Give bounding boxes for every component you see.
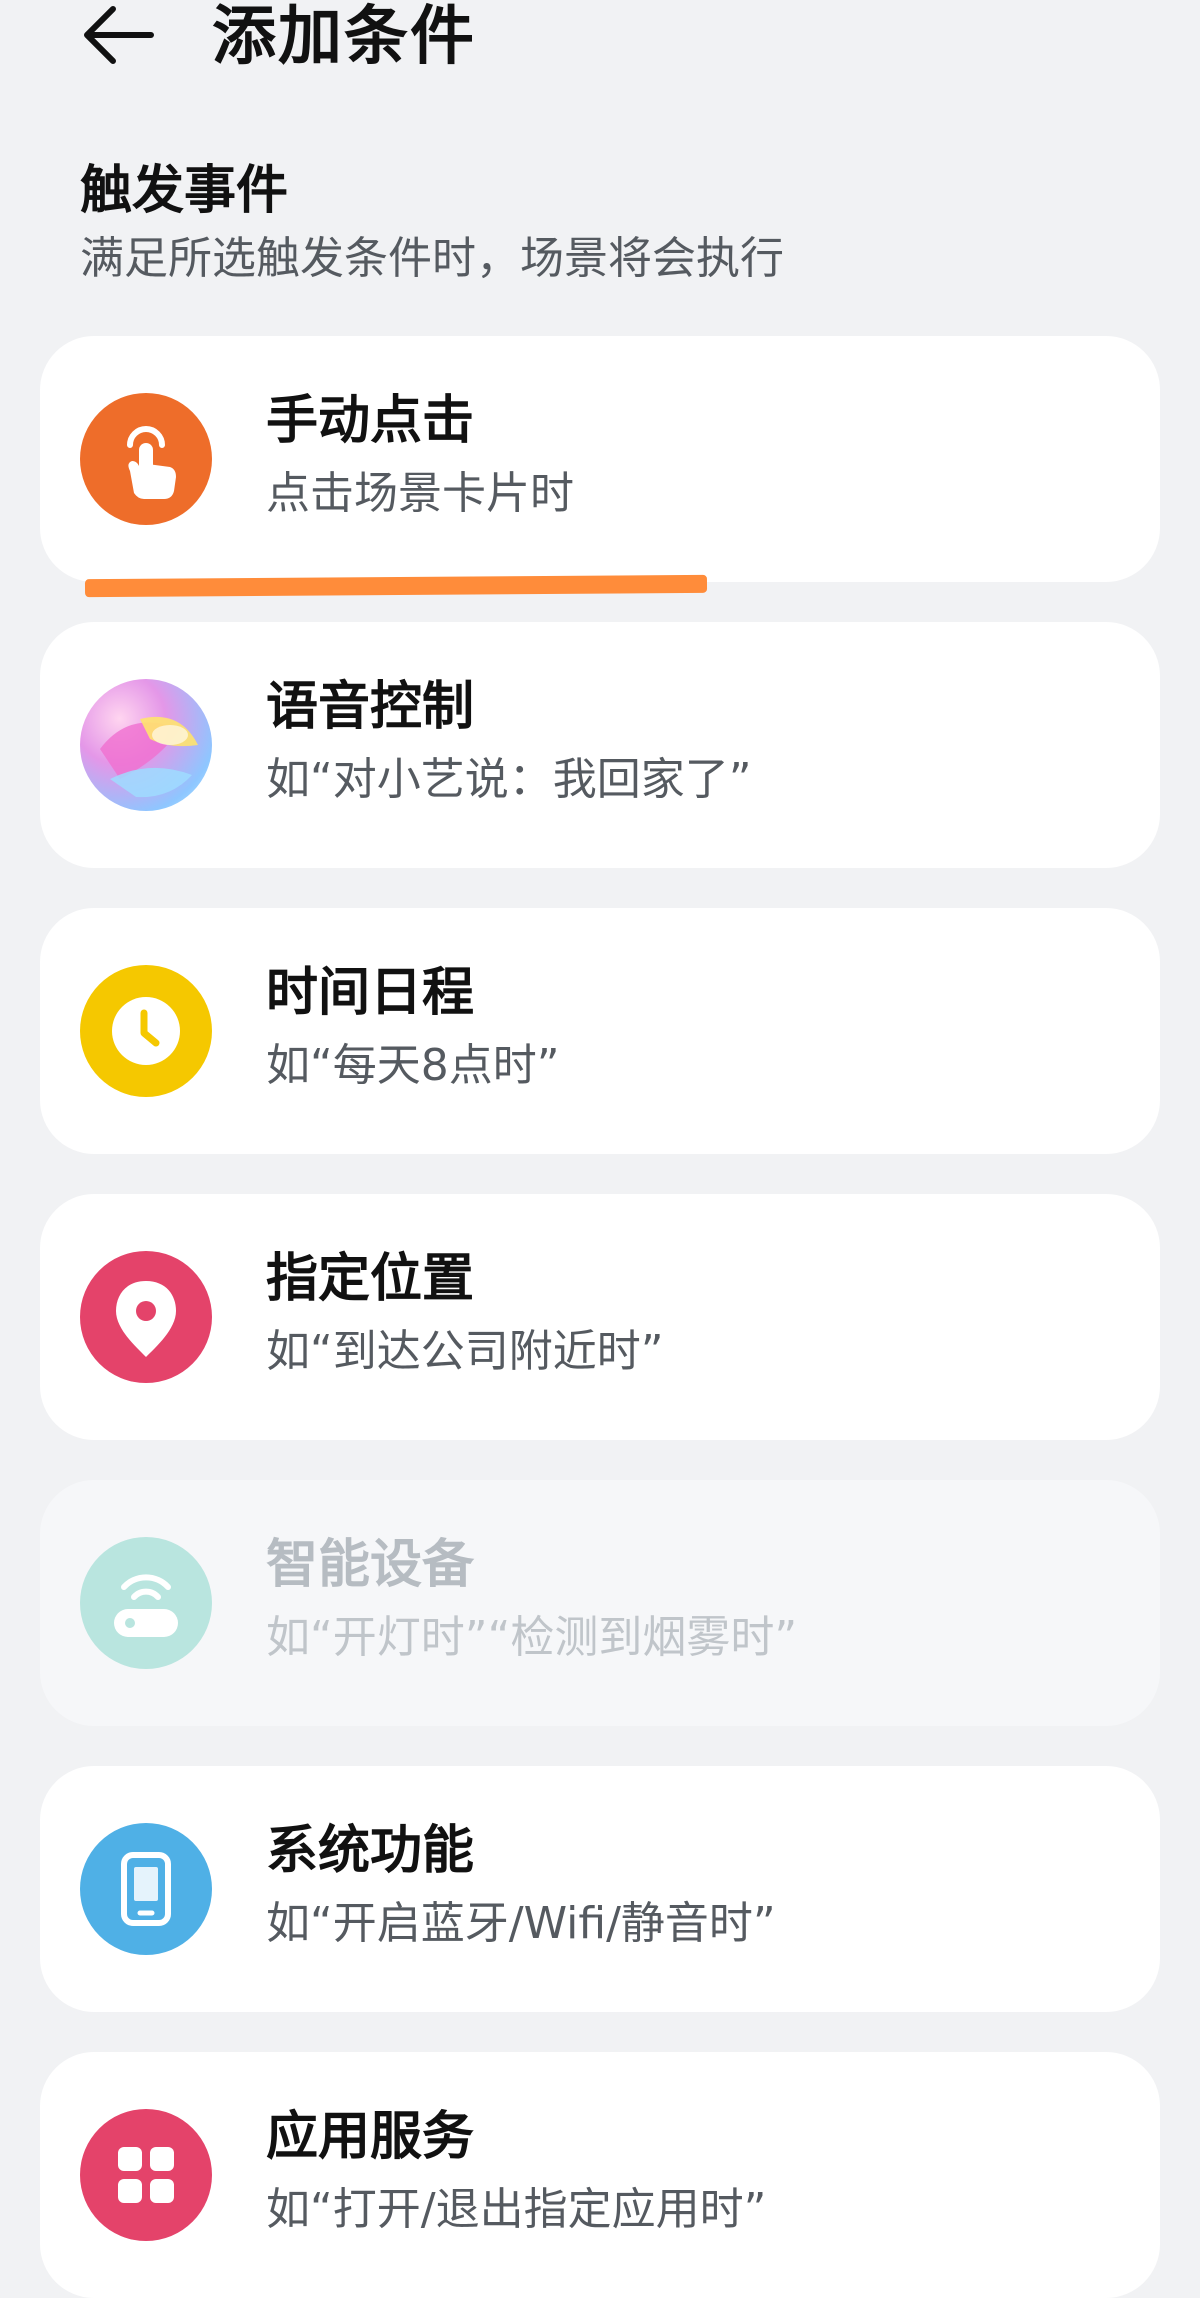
card-subtitle: 如“每天8点时” — [266, 1040, 560, 1091]
card-subtitle: 点击场景卡片时 — [266, 468, 574, 519]
tap-hand-icon — [80, 393, 212, 525]
card-subtitle: 如“开启蓝牙/Wifi/静音时” — [266, 1898, 776, 1949]
back-button[interactable] — [74, 0, 164, 70]
card-title: 应用服务 — [266, 2107, 475, 2167]
apps-grid-icon — [80, 2109, 212, 2241]
card-title: 手动点击 — [266, 391, 475, 451]
card-subtitle: 如“到达公司附近时” — [266, 1326, 664, 1377]
trigger-card-manual-tap[interactable]: 手动点击 点击场景卡片时 — [40, 336, 1160, 582]
card-title: 时间日程 — [266, 963, 475, 1023]
card-title: 指定位置 — [266, 1249, 475, 1309]
trigger-card-system-functions[interactable]: 系统功能 如“开启蓝牙/Wifi/静音时” — [40, 1766, 1160, 2012]
phone-icon — [80, 1823, 212, 1955]
smart-device-icon — [80, 1537, 212, 1669]
highlight-underline — [84, 574, 708, 598]
card-subtitle: 如“打开/退出指定应用时” — [266, 2184, 767, 2235]
header: 添加条件 — [0, 0, 1200, 110]
trigger-card-app-services[interactable]: 应用服务 如“打开/退出指定应用时” — [40, 2052, 1160, 2298]
trigger-card-voice-control[interactable]: 语音控制 如“对小艺说：我回家了” — [40, 622, 1160, 868]
card-subtitle: 如“开灯时”“检测到烟雾时” — [266, 1612, 798, 1663]
trigger-card-location[interactable]: 指定位置 如“到达公司附近时” — [40, 1194, 1160, 1440]
card-title: 系统功能 — [266, 1821, 475, 1881]
page-title: 添加条件 — [212, 0, 476, 74]
section-subtitle: 满足所选触发条件时，场景将会执行 — [80, 233, 784, 284]
card-title: 语音控制 — [266, 677, 475, 737]
clock-icon — [80, 965, 212, 1097]
arrow-left-icon — [84, 6, 154, 64]
card-subtitle: 如“对小艺说：我回家了” — [266, 754, 752, 805]
card-title: 智能设备 — [266, 1535, 475, 1595]
location-pin-icon — [80, 1251, 212, 1383]
section-title: 触发事件 — [80, 161, 289, 221]
voice-assistant-icon — [80, 679, 212, 811]
trigger-card-time-schedule[interactable]: 时间日程 如“每天8点时” — [40, 908, 1160, 1154]
trigger-card-smart-device: 智能设备 如“开灯时”“检测到烟雾时” — [40, 1480, 1160, 1726]
